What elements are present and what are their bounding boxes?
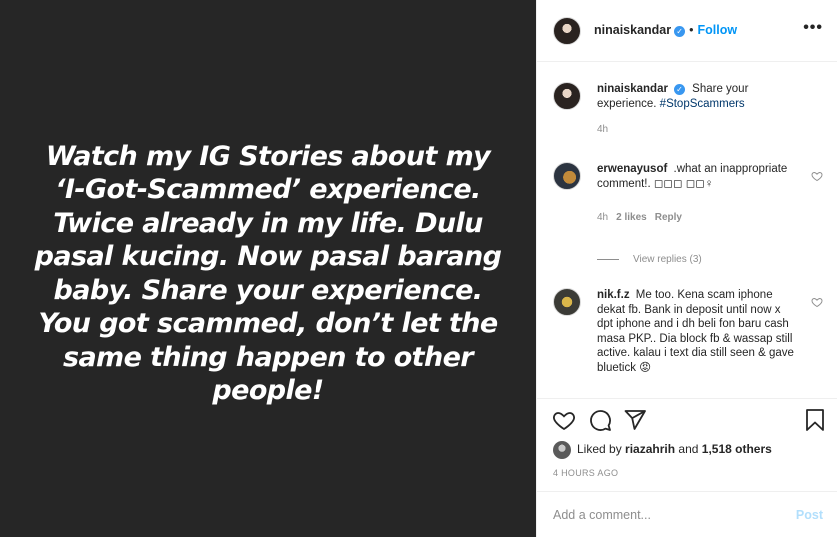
post-header: ninaiskandar ✓ • Follow •••: [537, 0, 837, 62]
comment-meta: 4h 2 likes Reply: [597, 211, 797, 226]
commenter-username[interactable]: nik.f.z: [597, 289, 630, 301]
commenter-avatar[interactable]: [553, 288, 581, 316]
likes-conjunction: and: [678, 442, 699, 457]
comment-body: erwenayusof .what an inappropriate comme…: [597, 162, 797, 226]
liker-avatar[interactable]: [553, 441, 571, 459]
comment-body: nik.f.z Me too. Kena scam iphone dekat f…: [597, 288, 797, 375]
post-comment-button[interactable]: Post: [796, 508, 823, 522]
comment-likes[interactable]: 2 likes: [616, 212, 647, 223]
author-username[interactable]: ninaiskandar: [594, 23, 671, 37]
comments-section[interactable]: ninaiskandar ✓ Share your experience. #St…: [537, 62, 837, 399]
reply-button[interactable]: Reply: [655, 212, 682, 223]
separator-dot: •: [689, 23, 694, 37]
follow-button[interactable]: Follow: [698, 23, 738, 37]
author-avatar[interactable]: [553, 17, 581, 45]
post-actions: [537, 400, 837, 440]
share-paper-plane-icon[interactable]: [623, 408, 647, 432]
verified-badge-icon: ✓: [673, 84, 685, 95]
like-heart-icon[interactable]: [552, 408, 576, 432]
comment-input[interactable]: [553, 505, 773, 525]
view-replies-button[interactable]: View replies (3): [597, 254, 702, 265]
like-comment-heart-icon[interactable]: [811, 170, 823, 182]
caption-username[interactable]: ninaiskandar: [597, 83, 668, 95]
caption-avatar[interactable]: [553, 82, 581, 110]
comment-text: Me too. Kena scam iphone dekat fb. Bank …: [597, 289, 794, 374]
likes-summary: Liked by riazahrih and 1,518 others: [553, 441, 772, 459]
hashtag-link[interactable]: #StopScammers: [660, 98, 745, 110]
comment-time[interactable]: 4h: [597, 212, 608, 223]
add-comment-bar: Post: [537, 491, 837, 537]
caption-time[interactable]: 4h: [597, 124, 608, 135]
view-replies-label[interactable]: View replies (3): [633, 254, 702, 265]
likes-others[interactable]: 1,518 others: [702, 442, 772, 456]
more-options-icon[interactable]: •••: [803, 19, 823, 37]
comment-bubble-icon[interactable]: [588, 408, 612, 432]
replies-line: [597, 258, 619, 260]
post-image[interactable]: Watch my IG Stories about my ‘I-Got-Scam…: [0, 0, 536, 537]
commenter-avatar[interactable]: [553, 162, 581, 190]
post-sidebar: ninaiskandar ✓ • Follow ••• ninaiskandar ✓ S…: [536, 0, 837, 537]
verified-badge-icon: ✓: [674, 26, 686, 37]
commenter-username[interactable]: erwenayusof: [597, 163, 667, 175]
save-bookmark-icon[interactable]: [803, 408, 827, 432]
post-timestamp[interactable]: 4 HOURS AGO: [553, 468, 618, 478]
caption-meta: 4h: [597, 123, 797, 138]
like-comment-heart-icon[interactable]: [811, 296, 823, 308]
header-line: ninaiskandar ✓ • Follow: [594, 23, 737, 37]
post-image-text: Watch my IG Stories about my ‘I-Got-Scam…: [34, 140, 502, 407]
liker-username[interactable]: riazahrih: [625, 442, 675, 456]
caption-body: ninaiskandar ✓ Share your experience. #St…: [597, 82, 797, 138]
likes-prefix: Liked by: [577, 442, 622, 457]
